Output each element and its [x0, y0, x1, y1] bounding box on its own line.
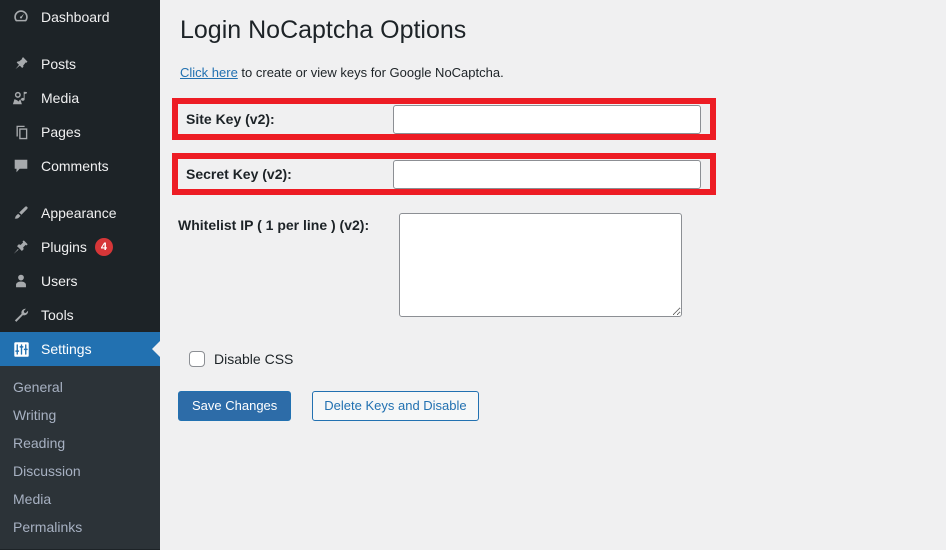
sidebar-item-label: Dashboard	[41, 9, 110, 25]
sidebar-item-label: Pages	[41, 124, 81, 140]
site-key-input[interactable]	[393, 104, 701, 134]
submenu-item-permalinks[interactable]: Permalinks	[0, 513, 160, 541]
pages-icon	[11, 122, 31, 142]
disable-css-checkbox[interactable]	[189, 351, 205, 367]
sidebar-item-plugins[interactable]: Plugins 4	[0, 230, 160, 264]
submenu-item-writing[interactable]: Writing	[0, 401, 160, 429]
page-title: Login NoCaptcha Options	[180, 16, 467, 44]
sidebar-item-media[interactable]: Media	[0, 81, 160, 115]
whitelist-ip-textarea[interactable]	[399, 213, 682, 317]
sidebar-item-label: Appearance	[41, 205, 117, 221]
delete-keys-button[interactable]: Delete Keys and Disable	[312, 391, 479, 421]
sidebar-item-posts[interactable]: Posts	[0, 47, 160, 81]
sidebar-item-label: Posts	[41, 56, 77, 72]
sidebar-item-appearance[interactable]: Appearance	[0, 196, 160, 230]
admin-sidebar: Dashboard Posts Media Pages Comments App…	[0, 0, 160, 550]
sidebar-item-label: Plugins	[41, 239, 87, 255]
sidebar-item-label: Comments	[41, 158, 109, 174]
intro-text: Click here to create or view keys for Go…	[160, 55, 946, 83]
sidebar-item-users[interactable]: Users	[0, 264, 160, 298]
submenu-item-reading[interactable]: Reading	[0, 429, 160, 457]
disable-css-row: Disable CSS	[189, 351, 946, 367]
sidebar-item-label: Users	[41, 273, 78, 289]
sidebar-item-settings[interactable]: Settings	[0, 332, 160, 366]
submenu-item-general[interactable]: General	[0, 373, 160, 401]
secret-key-input[interactable]	[393, 159, 701, 189]
sidebar-item-label: Tools	[41, 307, 74, 323]
save-changes-button[interactable]: Save Changes	[178, 391, 292, 421]
secret-key-label: Secret Key (v2):	[186, 166, 292, 182]
intro-rest-text: to create or view keys for Google NoCapt…	[237, 64, 504, 80]
user-icon	[11, 271, 31, 291]
sidebar-item-pages[interactable]: Pages	[0, 115, 160, 149]
submenu-item-discussion[interactable]: Discussion	[0, 457, 160, 485]
wordpress-admin-screen: Dashboard Posts Media Pages Comments App…	[0, 0, 946, 550]
site-key-row: Site Key (v2):	[172, 98, 716, 140]
settings-submenu: General Writing Reading Discussion Media…	[0, 366, 160, 549]
click-here-link[interactable]: Click here	[180, 65, 238, 80]
comment-icon	[11, 156, 31, 176]
sidebar-item-label: Media	[41, 90, 80, 106]
plug-icon	[11, 237, 31, 257]
site-key-label: Site Key (v2):	[186, 111, 275, 127]
sidebar-separator	[0, 183, 160, 196]
whitelist-ip-row: Whitelist IP ( 1 per line ) (v2):	[178, 213, 946, 317]
wrench-icon	[11, 305, 31, 325]
whitelist-ip-label: Whitelist IP ( 1 per line ) (v2):	[178, 217, 370, 233]
media-icon	[11, 88, 31, 108]
disable-css-label[interactable]: Disable CSS	[214, 351, 293, 367]
submenu-item-media[interactable]: Media	[0, 485, 160, 513]
brush-icon	[11, 203, 31, 223]
dashboard-icon	[11, 7, 31, 27]
form-actions: Save Changes Delete Keys and Disable	[178, 391, 946, 421]
secret-key-row: Secret Key (v2):	[172, 153, 716, 195]
sidebar-item-comments[interactable]: Comments	[0, 149, 160, 183]
sidebar-item-label: Settings	[41, 341, 92, 357]
sidebar-separator	[0, 34, 160, 47]
options-form: Site Key (v2): Secret Key (v2): Whitelis…	[160, 98, 946, 421]
main-content: Login NoCaptcha Options Click here to cr…	[160, 0, 946, 550]
settings-icon	[11, 339, 31, 359]
plugins-update-badge: 4	[94, 238, 113, 256]
sidebar-item-tools[interactable]: Tools	[0, 298, 160, 332]
sidebar-item-dashboard[interactable]: Dashboard	[0, 0, 160, 34]
pin-icon	[11, 54, 31, 74]
